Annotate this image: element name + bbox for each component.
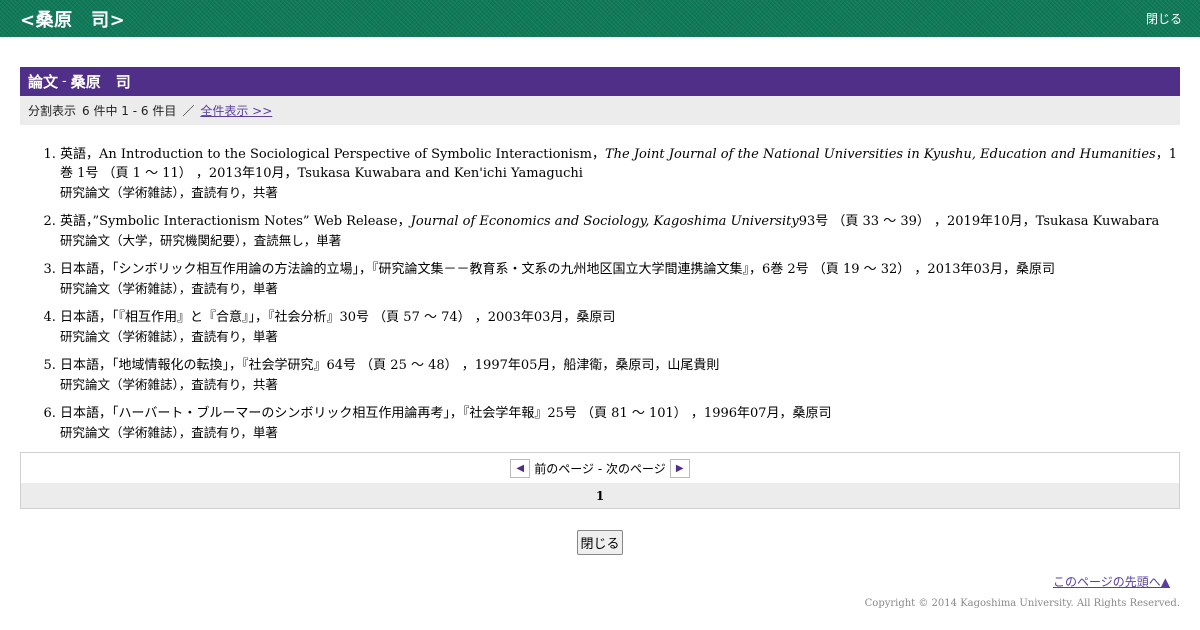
current-page-number: 1 <box>595 488 605 503</box>
list-item: 英語，An Introduction to the Sociological P… <box>60 145 1180 202</box>
paper-list: 英語，An Introduction to the Sociological P… <box>60 145 1180 442</box>
paper-citation: 英語，An Introduction to the Sociological P… <box>60 147 1177 181</box>
paper-type: 研究論文（学術雑誌），査読有り，共著 <box>60 377 278 392</box>
pagination: ◀ 前のページ - 次のページ ▶ 1 <box>20 452 1180 509</box>
paper-type: 研究論文（学術雑誌），査読有り，共著 <box>60 185 278 200</box>
pagination-label: 前のページ - 次のページ <box>534 461 666 476</box>
page-numbers: 1 <box>21 483 1179 508</box>
journal-title: Journal of Economics and Sociology, Kago… <box>410 214 799 229</box>
section-person-name: 桑原 司 <box>70 73 131 91</box>
display-bar: 分割表示 6 件中 1 - 6 件目 ／ 全件表示 >> <box>20 96 1180 125</box>
paper-citation: 日本語，「地域情報化の転換」，『社会学研究』64号 （頁 25 ～ 48） ，1… <box>60 358 720 373</box>
pagination-nav: ◀ 前のページ - 次のページ ▶ <box>21 453 1179 483</box>
list-item: 日本語，「地域情報化の転換」，『社会学研究』64号 （頁 25 ～ 48） ，1… <box>60 356 1180 394</box>
journal-title: The Joint Journal of the National Univer… <box>604 147 1156 162</box>
copyright: Copyright © 2014 Kagoshima University. A… <box>864 598 1180 609</box>
paper-type: 研究論文（学術雑誌），査読有り，単著 <box>60 281 278 296</box>
paper-type: 研究論文（学術雑誌），査読有り，単著 <box>60 329 278 344</box>
close-button[interactable]: 閉じる <box>577 530 623 555</box>
top-bar: <桑原 司> 閉じる <box>0 0 1200 37</box>
list-item: 日本語，「シンボリック相互作用論の方法論的立場」，『研究論文集－－教育系・文系の… <box>60 260 1180 298</box>
triangle-right-icon: ▶ <box>675 462 684 474</box>
section-title-separator: - <box>62 74 67 89</box>
triangle-left-icon: ◀ <box>516 462 525 474</box>
next-page-button[interactable]: ▶ <box>669 458 690 478</box>
paper-type: 研究論文（大学，研究機関紀要），査読無し，単著 <box>60 233 342 248</box>
papers-section: 論文 - 桑原 司 分割表示 6 件中 1 - 6 件目 ／ 全件表示 >> <box>20 67 1180 125</box>
close-button-wrap: 閉じる <box>0 530 1200 555</box>
list-item: 英語，”Symbolic Interactionism Notes” Web R… <box>60 212 1180 250</box>
page-title: <桑原 司> <box>20 9 126 31</box>
prev-page-button[interactable]: ◀ <box>510 458 531 478</box>
display-mode-label: 分割表示 <box>28 104 77 118</box>
paper-citation: 英語，”Symbolic Interactionism Notes” Web R… <box>60 214 1160 229</box>
paper-citation: 日本語，「シンボリック相互作用論の方法論的立場」，『研究論文集－－教育系・文系の… <box>60 262 1056 277</box>
section-header: 論文 - 桑原 司 <box>20 67 1180 96</box>
result-count: 6 件中 1 - 6 件目 <box>82 104 177 118</box>
back-to-top: このページの先頭へ▲ <box>0 573 1170 590</box>
section-title: 論文 <box>28 73 59 91</box>
back-to-top-link[interactable]: このページの先頭へ▲ <box>1053 575 1170 589</box>
paper-citation: 日本語，「ハーバート・ブルーマーのシンボリック相互作用論再考」，『社会学年報』2… <box>60 406 832 421</box>
close-link[interactable]: 閉じる <box>1146 10 1182 27</box>
slash-separator: ／ <box>182 104 195 118</box>
list-item: 日本語，「ハーバート・ブルーマーのシンボリック相互作用論再考」，『社会学年報』2… <box>60 404 1180 442</box>
paper-citation: 日本語，「『相互作用』と『合意』」，『社会分析』30号 （頁 57 ～ 74） … <box>60 310 616 325</box>
paper-type: 研究論文（学術雑誌），査読有り，単著 <box>60 425 278 440</box>
show-all-link[interactable]: 全件表示 >> <box>200 102 272 119</box>
list-item: 日本語，「『相互作用』と『合意』」，『社会分析』30号 （頁 57 ～ 74） … <box>60 308 1180 346</box>
